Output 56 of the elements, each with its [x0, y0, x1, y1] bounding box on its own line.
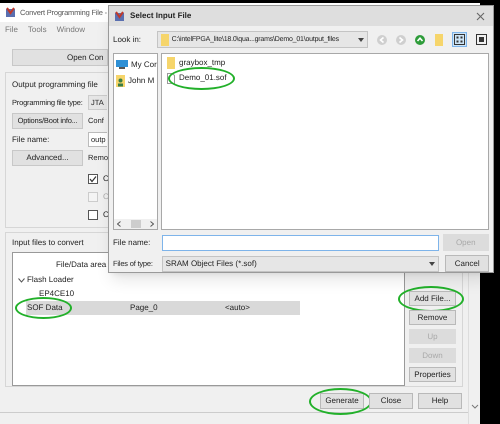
side-button[interactable]: Properties: [409, 367, 456, 382]
folder-entry[interactable]: graybox_tmp: [179, 57, 226, 70]
expanded-chevron-icon[interactable]: [18, 278, 24, 282]
section-heading: Output programming file: [12, 79, 98, 91]
file-type-dropdown[interactable]: SRAM Object Files (*.sof): [162, 256, 440, 272]
checkbox-label: C: [103, 190, 109, 202]
grid-icon: [454, 34, 465, 46]
footer-button[interactable]: Help: [418, 393, 462, 409]
dropdown-arrow-icon: [429, 262, 436, 266]
file-name-input[interactable]: [162, 234, 438, 250]
close-icon[interactable]: [476, 12, 485, 20]
detail-view-button[interactable]: [474, 32, 489, 48]
menu-item[interactable]: File: [5, 24, 18, 36]
menu-item[interactable]: Tools: [28, 24, 47, 36]
column-header: File/Data area: [56, 259, 106, 271]
tree-item[interactable]: Flash Loader: [26, 274, 75, 286]
sof-entry[interactable]: Demo_01.sof: [179, 72, 227, 84]
app-icon: [114, 10, 125, 22]
list-view-button[interactable]: [452, 32, 467, 48]
checkbox-label: C: [103, 172, 109, 184]
scroll-down-icon[interactable]: [470, 404, 478, 410]
checkbox-label: C: [103, 208, 109, 220]
up-icon[interactable]: [414, 34, 426, 46]
section-heading: Input files to convert: [12, 237, 84, 249]
folder-icon: [167, 57, 175, 70]
menu-item[interactable]: Window: [56, 24, 86, 36]
advanced-button[interactable]: Advanced...: [12, 150, 83, 166]
dialog-title: Select Input File: [130, 10, 192, 22]
square-icon: [476, 34, 487, 46]
table-cell: <auto>: [225, 302, 250, 314]
field-label: Look in:: [113, 34, 142, 46]
field-label: File name:: [113, 236, 152, 248]
folder-icon: [160, 34, 169, 46]
side-button[interactable]: Remove: [409, 310, 456, 325]
tree-item[interactable]: SOF Data: [26, 302, 64, 314]
place-item[interactable]: John M: [128, 74, 154, 87]
check-icon: [89, 174, 97, 182]
scrollbar-thumb[interactable]: [130, 220, 140, 228]
checkbox[interactable]: [88, 174, 98, 184]
place-item[interactable]: My Cor: [131, 58, 157, 71]
checkbox[interactable]: [88, 210, 98, 220]
tree-item[interactable]: EP4CE10: [38, 288, 76, 300]
open-conversion-button[interactable]: Open Con: [12, 49, 108, 66]
field-label: File name:: [12, 134, 50, 146]
horizontal-scrollbar[interactable]: [114, 219, 157, 229]
side-button[interactable]: Add File...: [409, 291, 456, 306]
dropdown-arrow-icon: [358, 38, 364, 42]
user-folder-icon: [116, 74, 125, 87]
app-icon: [5, 7, 16, 18]
footer-button[interactable]: Close: [369, 393, 413, 409]
footer-button[interactable]: Generate: [320, 393, 364, 409]
cancel-button[interactable]: Cancel: [445, 255, 489, 272]
dropdown-value: SRAM Object Files (*.sof): [166, 258, 257, 270]
computer-icon: [116, 59, 128, 70]
table-cell-text: Page_0: [130, 302, 159, 314]
selected-row[interactable]: SOF Data Page_0 <auto>: [26, 301, 300, 315]
